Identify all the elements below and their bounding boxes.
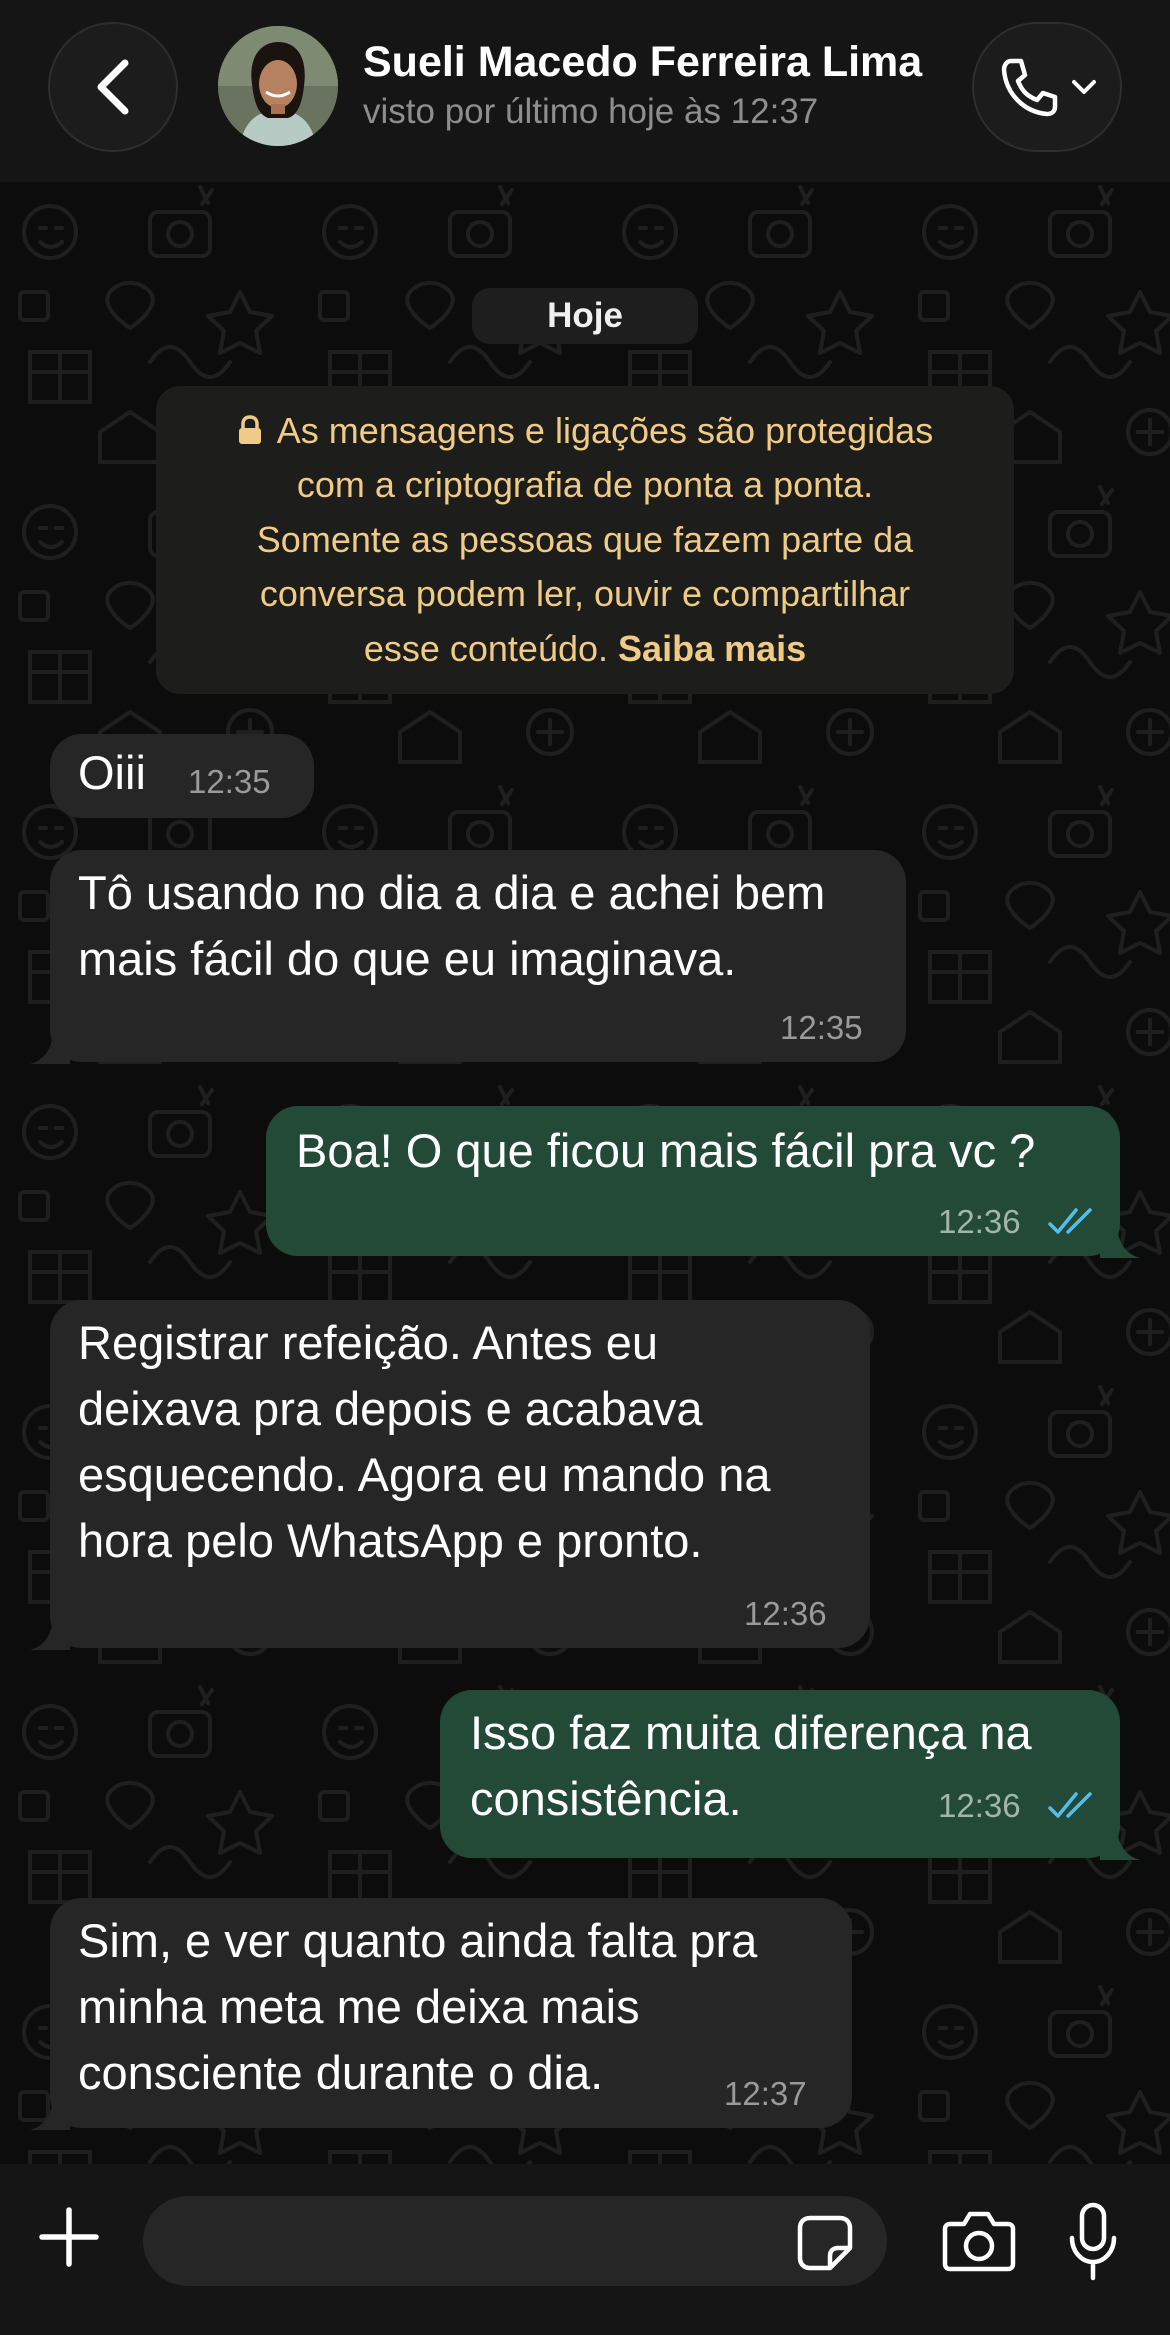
read-receipt-icon <box>1048 1792 1092 1818</box>
read-receipt-icon <box>1048 1208 1092 1234</box>
date-separator: Hoje <box>472 288 698 344</box>
back-button[interactable] <box>48 22 178 152</box>
message-time: 12:35 <box>780 1009 863 1046</box>
camera-icon[interactable] <box>942 2210 1016 2272</box>
bubble-tail <box>30 2094 70 2130</box>
message-text: consistência. <box>470 1772 742 1825</box>
encryption-notice-line: Somente as pessoas que fazem parte da <box>256 518 914 560</box>
phone-icon <box>1001 58 1058 117</box>
message-text: Isso faz muita diferença na <box>470 1706 1032 1759</box>
contact-name[interactable]: Sueli Macedo Ferreira Lima <box>363 38 922 87</box>
message-text: Registrar refeição. Antes eu <box>78 1316 658 1369</box>
message-text: Boa! O que ficou mais fácil pra vc ? <box>296 1124 1036 1177</box>
message-bubble-incoming[interactable]: Registrar refeição. Antes eu deixava pra… <box>50 1300 870 1648</box>
message-bubble-incoming[interactable]: Sim, e ver quanto ainda falta pra minha … <box>50 1898 852 2128</box>
chat-header: Sueli Macedo Ferreira Lima visto por últ… <box>0 0 1170 182</box>
bubble-tail <box>30 1028 70 1064</box>
chat-area[interactable]: Hoje As mensagens e ligações são protegi… <box>0 182 1170 2164</box>
bubble-tail <box>30 1614 70 1650</box>
message-time: 12:37 <box>724 2075 807 2112</box>
message-text: Oiii <box>78 746 146 799</box>
message-time: 12:36 <box>938 1787 1021 1824</box>
call-button[interactable] <box>972 22 1122 152</box>
message-text: Sim, e ver quanto ainda falta pra <box>78 1914 758 1967</box>
lock-icon <box>238 414 261 444</box>
message-text: deixava pra depois e acabava <box>78 1382 703 1435</box>
bubble-tail <box>1100 1222 1140 1258</box>
message-time: 12:36 <box>744 1595 827 1632</box>
chevron-down-icon <box>1072 80 1096 94</box>
message-bubble-incoming[interactable]: Tô usando no dia a dia e achei bem mais … <box>50 850 906 1062</box>
message-text: minha meta me deixa mais <box>78 1980 640 2033</box>
message-bubble-outgoing[interactable]: Boa! O que ficou mais fácil pra vc ? 12:… <box>266 1106 1120 1256</box>
encryption-notice[interactable]: As mensagens e ligações são protegidas c… <box>156 386 1014 694</box>
learn-more-link[interactable]: Saiba mais <box>618 628 806 669</box>
encryption-notice-line: conversa podem ler, ouvir e compartilhar <box>259 573 911 615</box>
message-time: 12:35 <box>188 763 271 800</box>
chevron-left-icon <box>97 59 129 115</box>
encryption-notice-line: com a criptografia de ponta a ponta. <box>296 464 874 506</box>
last-seen-status: visto por último hoje às 12:37 <box>363 92 819 131</box>
message-text: esquecendo. Agora eu mando na <box>78 1448 771 1501</box>
message-time: 12:36 <box>938 1203 1021 1240</box>
encryption-notice-line: As mensagens e ligações são protegidas <box>276 409 934 451</box>
message-bubble-incoming[interactable]: Oiii 12:35 <box>50 734 314 818</box>
message-text: mais fácil do que eu imaginava. <box>78 932 737 985</box>
message-text: consciente durante o dia. <box>78 2046 604 2099</box>
encryption-notice-line: esse conteúdo. <box>363 627 609 669</box>
sticker-icon[interactable] <box>796 2214 854 2272</box>
message-text: hora pelo WhatsApp e pronto. <box>78 1514 703 1567</box>
message-text: Tô usando no dia a dia e achei bem <box>78 866 826 919</box>
plus-icon[interactable] <box>38 2206 100 2268</box>
avatar[interactable] <box>218 26 338 146</box>
message-bubble-outgoing[interactable]: Isso faz muita diferença na consistência… <box>440 1690 1120 1858</box>
microphone-icon[interactable] <box>1068 2202 1118 2282</box>
message-input[interactable] <box>143 2196 887 2286</box>
bubble-tail <box>1100 1824 1140 1860</box>
